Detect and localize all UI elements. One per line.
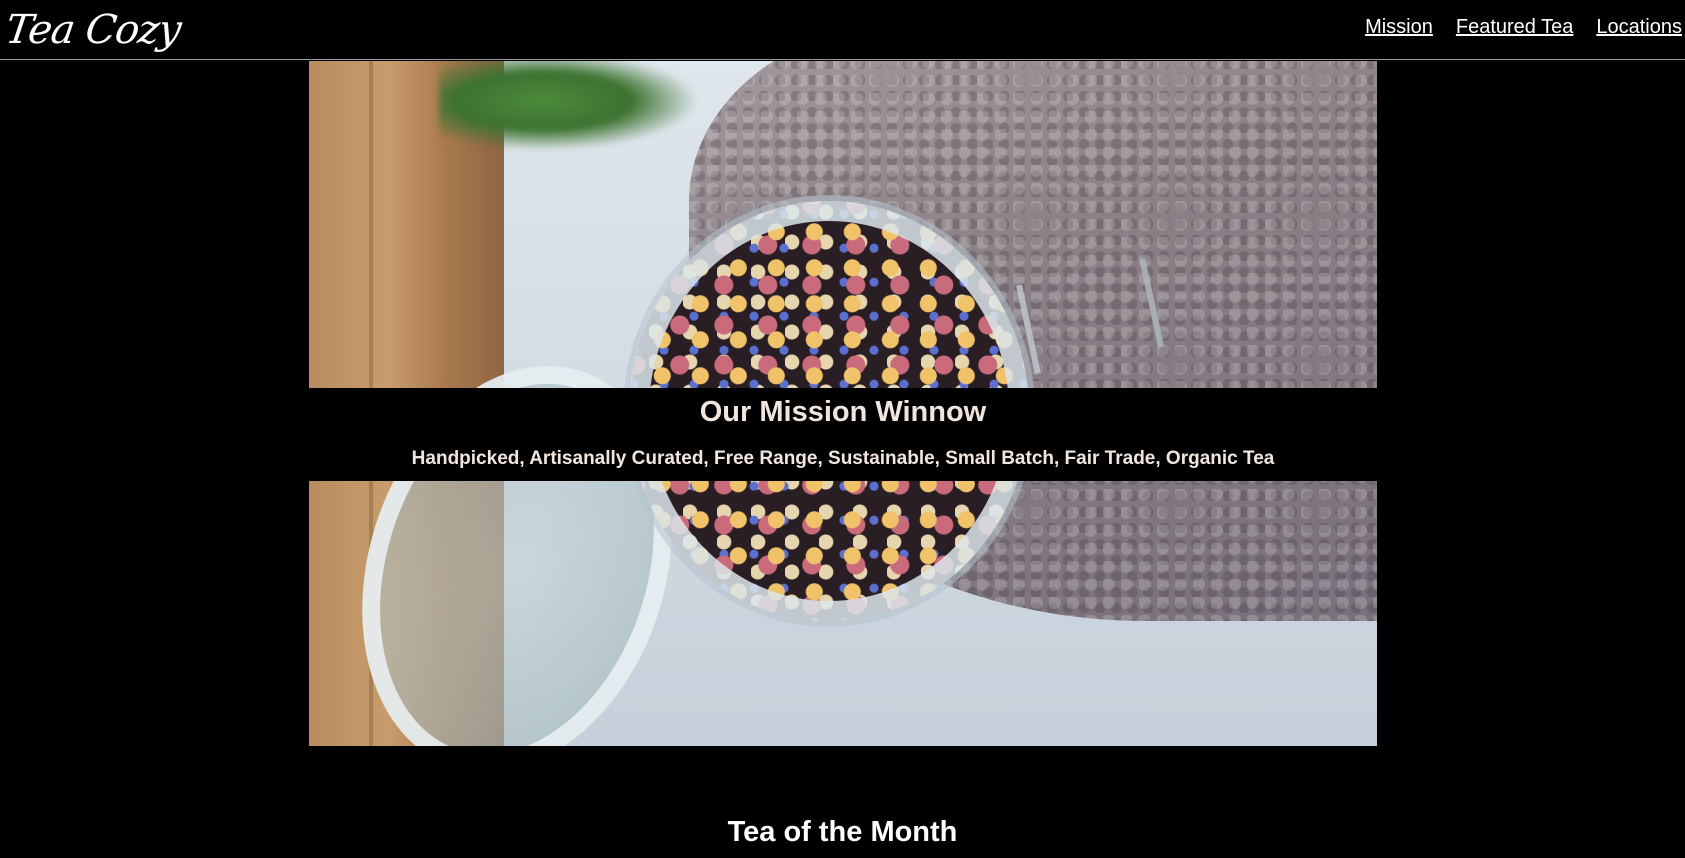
- mission-banner: Our Mission Winnow Handpicked, Artisanal…: [309, 388, 1377, 481]
- nav-link-featured-tea[interactable]: Featured Tea: [1456, 16, 1574, 39]
- leaf: [439, 61, 699, 151]
- logo[interactable]: Tea Cozy: [2, 2, 184, 58]
- main-nav: Mission Featured Tea Locations: [1365, 16, 1682, 39]
- tea-of-the-month-title: Tea of the Month: [727, 816, 958, 848]
- site-header: Tea Cozy Mission Featured Tea Locations: [0, 0, 1685, 60]
- nav-link-locations[interactable]: Locations: [1596, 16, 1682, 39]
- nav-link-mission[interactable]: Mission: [1365, 16, 1433, 39]
- mission-subtitle: Handpicked, Artisanally Curated, Free Ra…: [411, 448, 1275, 469]
- mission-title: Our Mission Winnow: [699, 396, 987, 428]
